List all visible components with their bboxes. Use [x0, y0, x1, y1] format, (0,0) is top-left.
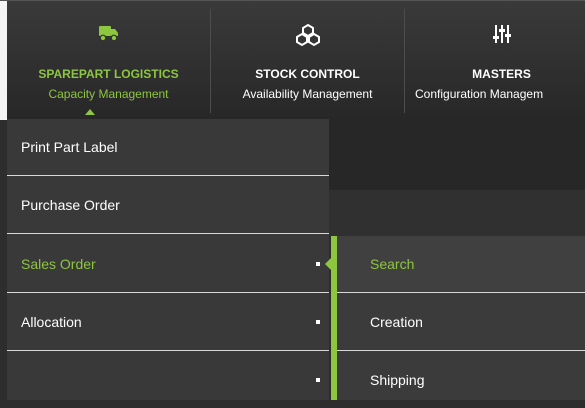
menu-item-print-part-label[interactable]: Print Part Label — [7, 119, 329, 176]
menu-item-label: Purchase Order — [21, 197, 120, 213]
nav-item-subtitle: Availability Management — [242, 87, 373, 101]
left-edge — [0, 1, 7, 120]
nav-item-sparepart-logistics[interactable]: SPAREPART LOGISTICS Capacity Management — [7, 1, 210, 120]
submenu-item-label: Shipping — [370, 372, 425, 388]
submenu-indicator-icon — [316, 262, 320, 266]
nav-item-stock-control[interactable]: STOCK CONTROL Availability Management — [211, 1, 404, 120]
submenu-panel: Search Creation Shipping — [325, 236, 585, 400]
menu-item-allocation[interactable]: Allocation — [7, 294, 329, 351]
active-pointer — [325, 257, 332, 271]
page-area — [329, 190, 585, 236]
active-caret — [85, 109, 95, 115]
page-area — [329, 119, 585, 190]
dropdown-menu: Print Part Label Purchase Order Sales Or… — [7, 119, 329, 400]
nav-item-title: SPAREPART LOGISTICS — [38, 67, 179, 81]
submenu-indicator-icon — [316, 320, 320, 324]
nav-item-subtitle: Capacity Management — [48, 87, 169, 101]
menu-item-purchase-order[interactable]: Purchase Order — [7, 177, 329, 234]
submenu-indicator-icon — [316, 378, 320, 382]
menu-item-sales-order[interactable]: Sales Order — [7, 236, 329, 293]
sliders-icon — [492, 23, 512, 50]
nav-item-subtitle: Configuration Managem — [415, 87, 544, 101]
submenu-item-creation[interactable]: Creation — [337, 294, 585, 351]
submenu-item-label: Search — [370, 256, 415, 272]
top-navigation-bar: SPAREPART LOGISTICS Capacity Management … — [0, 0, 585, 120]
submenu-item-label: Creation — [370, 314, 423, 330]
menu-item-label: Sales Order — [21, 256, 96, 272]
menu-item-label: Allocation — [21, 314, 82, 330]
submenu-item-search[interactable]: Search — [337, 236, 585, 293]
truck-icon — [98, 23, 120, 48]
boxes-icon — [295, 23, 321, 52]
nav-item-title: MASTERS — [472, 67, 531, 81]
nav-item-masters[interactable]: MASTERS Configuration Managem — [405, 1, 585, 120]
menu-item-label: Print Part Label — [21, 139, 118, 155]
nav-item-title: STOCK CONTROL — [255, 67, 360, 81]
